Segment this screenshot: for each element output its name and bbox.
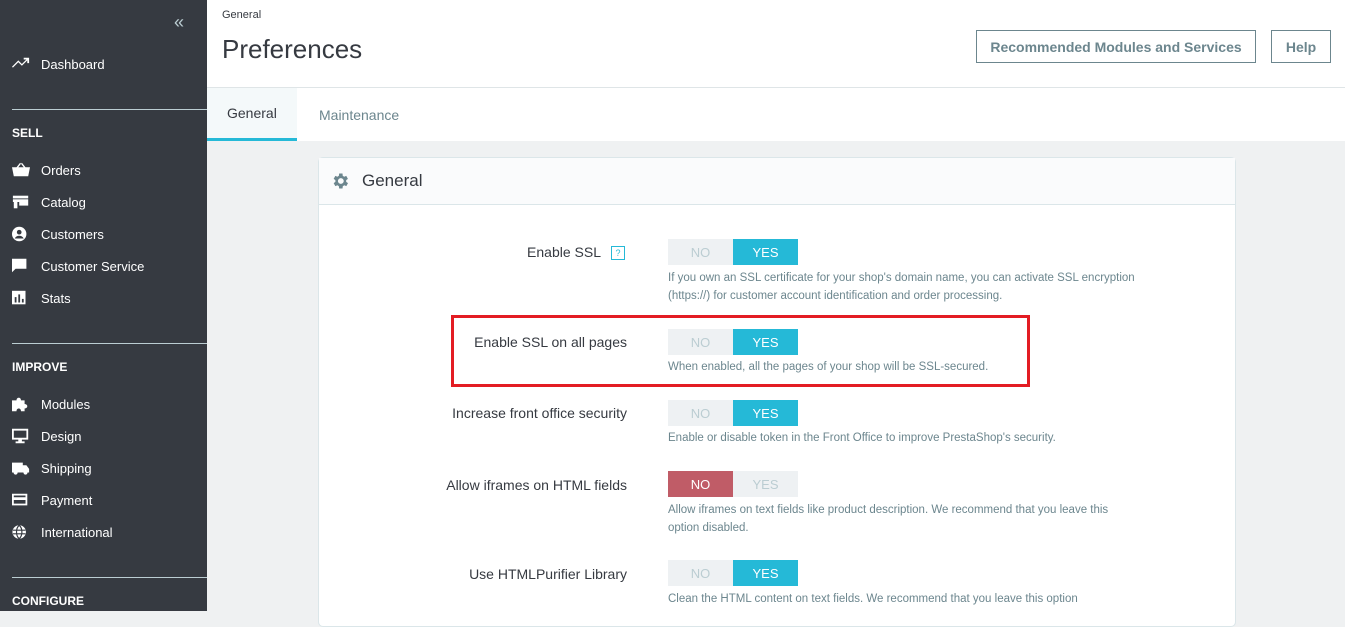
general-panel: General Enable SSL? NO YES If you own an… (318, 157, 1236, 627)
sidebar-divider (12, 343, 207, 344)
truck-icon (12, 460, 32, 476)
htmlpurifier-switch[interactable]: NO YES (668, 560, 798, 586)
front-office-security-switch[interactable]: NO YES (668, 400, 798, 426)
setting-label: Allow iframes on HTML fields (446, 477, 627, 493)
page-title: Preferences (222, 34, 363, 64)
setting-label: Enable SSL on all pages (474, 334, 627, 350)
allow-iframes-switch[interactable]: NO YES (668, 471, 798, 497)
sidebar-divider (12, 577, 207, 578)
sidebar: « Dashboard SELL Orders Catalog Customer… (0, 0, 207, 611)
sidebar-item-label: Design (41, 428, 82, 444)
setting-label: Increase front office security (452, 405, 627, 421)
sidebar-item-design[interactable]: Design (12, 426, 81, 446)
recommended-modules-button[interactable]: Recommended Modules and Services (976, 30, 1256, 63)
setting-description: Clean the HTML content on text fields. W… (668, 593, 1078, 605)
setting-description: When enabled, all the pages of your shop… (668, 361, 989, 373)
tab-maintenance[interactable]: Maintenance (299, 88, 419, 141)
monitor-icon (12, 428, 32, 444)
sidebar-item-international[interactable]: International (12, 522, 113, 542)
switch-no-option[interactable]: NO (668, 239, 733, 265)
globe-icon (12, 524, 32, 540)
sidebar-item-label: Modules (41, 396, 91, 412)
credit-card-icon (12, 492, 32, 508)
sidebar-item-label: Dashboard (41, 56, 105, 72)
gear-icon (333, 173, 348, 189)
setting-description: If you own an SSL certificate for your s… (668, 272, 1135, 302)
sidebar-item-label: International (41, 524, 113, 540)
sidebar-item-modules[interactable]: Modules (12, 394, 90, 414)
switch-yes-option[interactable]: YES (733, 471, 798, 497)
sidebar-item-dashboard[interactable]: Dashboard (12, 54, 105, 74)
switch-no-option[interactable]: NO (668, 329, 733, 355)
tab-general[interactable]: General (207, 88, 297, 141)
switch-no-option[interactable]: NO (668, 471, 733, 497)
collapse-sidebar-icon[interactable]: « (170, 12, 188, 32)
switch-yes-option[interactable]: YES (733, 560, 798, 586)
sidebar-item-stats[interactable]: Stats (12, 288, 71, 308)
sidebar-item-catalog[interactable]: Catalog (12, 192, 86, 212)
setting-description: Allow iframes on text fields like produc… (668, 504, 1109, 534)
basket-icon (12, 162, 32, 178)
enable-ssl-all-pages-switch[interactable]: NO YES (668, 329, 798, 355)
breadcrumb[interactable]: General (222, 9, 261, 21)
section-title-sell: SELL (12, 126, 43, 140)
panel-title: General (362, 171, 423, 190)
sidebar-item-label: Customer Service (41, 258, 145, 274)
sidebar-item-customers[interactable]: Customers (12, 224, 104, 244)
setting-label: Use HTMLPurifier Library (469, 566, 627, 582)
switch-no-option[interactable]: NO (668, 400, 733, 426)
panel-header: General (319, 158, 1235, 205)
section-title-configure: CONFIGURE (12, 594, 84, 608)
switch-yes-option[interactable]: YES (733, 239, 798, 265)
bar-chart-icon (12, 290, 32, 306)
sidebar-item-shipping[interactable]: Shipping (12, 458, 92, 478)
setting-label: Enable SSL? (527, 244, 625, 261)
store-icon (12, 194, 32, 210)
sidebar-item-label: Customers (41, 226, 104, 242)
enable-ssl-switch[interactable]: NO YES (668, 239, 798, 265)
sidebar-item-label: Catalog (41, 194, 86, 210)
trending-up-icon (12, 56, 32, 72)
help-icon[interactable]: ? (611, 246, 625, 261)
account-circle-icon (12, 226, 32, 242)
page-header: General Preferences Recommended Modules … (207, 0, 1345, 87)
sidebar-item-customer-service[interactable]: Customer Service (12, 256, 144, 276)
switch-yes-option[interactable]: YES (733, 329, 798, 355)
switch-yes-option[interactable]: YES (733, 400, 798, 426)
sidebar-item-label: Stats (41, 290, 71, 306)
sidebar-item-orders[interactable]: Orders (12, 160, 81, 180)
section-title-improve: IMPROVE (12, 360, 68, 374)
sidebar-item-label: Payment (41, 492, 93, 508)
chat-icon (12, 258, 32, 274)
sidebar-item-label: Shipping (41, 460, 92, 476)
sidebar-item-payment[interactable]: Payment (12, 490, 92, 510)
help-button[interactable]: Help (1271, 30, 1331, 63)
puzzle-icon (12, 396, 32, 412)
switch-no-option[interactable]: NO (668, 560, 733, 586)
sidebar-divider (12, 109, 207, 110)
setting-description: Enable or disable token in the Front Off… (668, 432, 1056, 444)
tab-bar: General Maintenance (207, 87, 1345, 141)
sidebar-item-label: Orders (41, 162, 81, 178)
